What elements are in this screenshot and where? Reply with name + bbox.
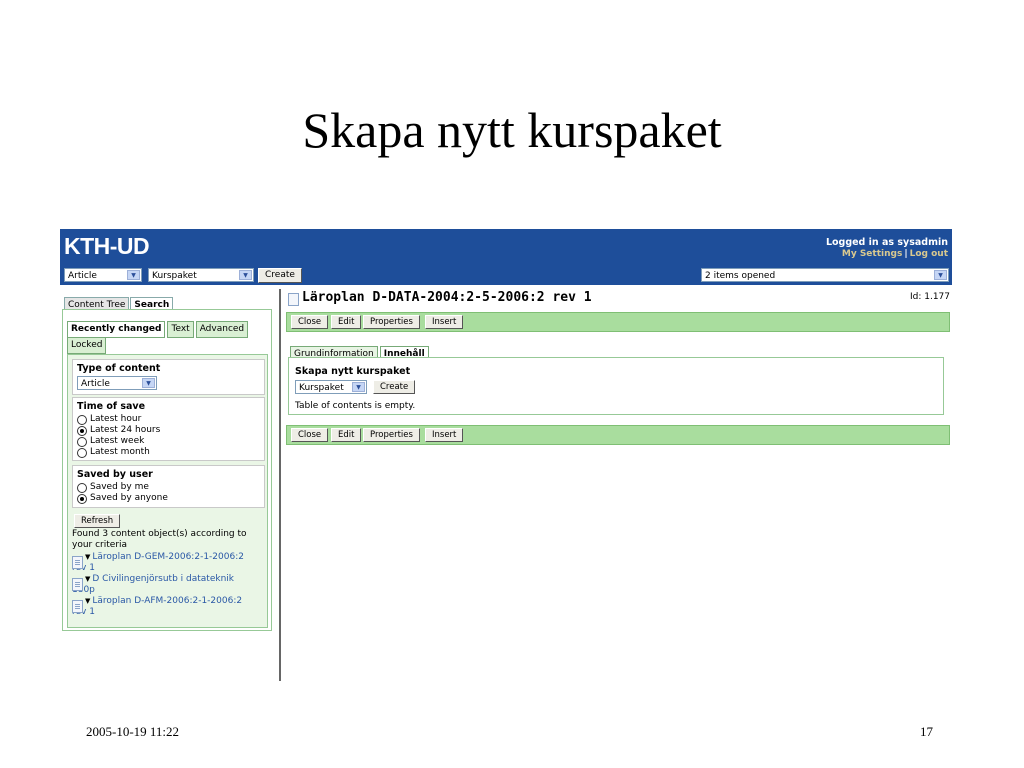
logout-link[interactable]: Log out: [910, 249, 948, 259]
document-icon: [72, 556, 83, 569]
page-number: 17: [920, 724, 933, 739]
insert-button[interactable]: Insert: [425, 315, 464, 329]
document-icon: [72, 578, 83, 591]
radio-label: Latest hour: [90, 414, 142, 424]
template-value: Kurspaket: [152, 271, 197, 281]
toc-empty-message: Table of contents is empty.: [295, 401, 416, 411]
refresh-button[interactable]: Refresh: [74, 514, 121, 528]
radio-selected-icon: [77, 494, 87, 504]
section-heading: Skapa nytt kurspaket: [295, 366, 411, 377]
result-item[interactable]: ▼ Läroplan D-GEM-2006:2-1-2006:2 rev 1: [72, 552, 262, 574]
result-title: D Civilingenjörsutb i datateknik: [92, 574, 234, 584]
edit-button[interactable]: Edit: [331, 315, 362, 329]
content-type-select[interactable]: Article ▼: [64, 268, 142, 282]
chevron-down-icon: ▼: [239, 270, 252, 280]
document-title: Läroplan D-DATA-2004:2-5-2006:2 rev 1: [302, 290, 592, 305]
content-box: Skapa nytt kurspaket Kurspaket ▼ Create …: [288, 357, 944, 415]
radio-label: Latest week: [90, 436, 145, 446]
document-icon: [72, 600, 83, 613]
login-info: Logged in as sysadmin: [825, 237, 948, 248]
subtab-recently-changed[interactable]: Recently changed: [67, 321, 166, 338]
result-title-cont: rev 1: [72, 563, 95, 573]
results-summary: Found 3 content object(s) according to y…: [72, 529, 247, 550]
document-panel: Läroplan D-DATA-2004:2-5-2006:2 rev 1 Id…: [286, 290, 950, 492]
app-header: KTH-UD Logged in as sysadmin My Settings…: [60, 229, 952, 285]
user-links: My Settings | Log out: [842, 249, 948, 259]
search-subtabs: Recently changed Text Advanced: [67, 316, 250, 338]
close-button[interactable]: Close: [291, 315, 329, 329]
create-package-button[interactable]: Create: [373, 380, 416, 394]
result-item[interactable]: ▼ D Civilingenjörsutb i datateknik 180p: [72, 574, 262, 596]
radio-icon: [77, 483, 87, 493]
saved-by-user-title: Saved by user: [77, 469, 153, 480]
radio-selected-icon: [77, 426, 87, 436]
type-of-content-value: Article: [81, 379, 110, 389]
document-icon: [288, 293, 299, 306]
items-opened-value: 2 items opened: [705, 271, 776, 281]
radio-label: Saved by me: [90, 482, 149, 492]
subtab-locked[interactable]: Locked: [67, 337, 107, 354]
radio-icon: [77, 437, 87, 447]
logo: KTH-UD: [64, 233, 150, 259]
radio-latest-hour[interactable]: Latest hour: [77, 414, 260, 425]
radio-label: Latest 24 hours: [90, 425, 161, 435]
type-of-content-title: Type of content: [77, 363, 161, 374]
radio-label: Saved by anyone: [90, 493, 168, 503]
result-item[interactable]: ▼ Läroplan D-AFM-2006:2-1-2006:2 rev 1: [72, 596, 262, 618]
properties-button[interactable]: Properties: [363, 315, 420, 329]
radio-label: Latest month: [90, 447, 150, 457]
radio-icon: [77, 415, 87, 425]
time-of-save-group: Time of save Latest hour Latest 24 hours…: [72, 397, 265, 461]
footer-date: 2005-10-19 11:22: [86, 724, 180, 739]
link-separator: |: [904, 249, 908, 259]
template-select[interactable]: Kurspaket ▼: [148, 268, 254, 282]
content-type-value: Article: [68, 271, 97, 281]
radio-saved-by-anyone[interactable]: Saved by anyone: [77, 493, 260, 504]
items-opened-select[interactable]: 2 items opened ▼: [701, 268, 949, 282]
my-settings-link[interactable]: My Settings: [842, 249, 902, 259]
subtab-text[interactable]: Text: [167, 321, 194, 338]
create-button[interactable]: Create: [258, 268, 302, 283]
result-title-cont: 180p: [72, 585, 95, 595]
bottom-toolbar: Close Edit Properties Insert: [286, 425, 950, 445]
package-value: Kurspaket: [299, 383, 344, 393]
document-id: Id: 1.177: [909, 292, 950, 302]
subtab-advanced[interactable]: Advanced: [195, 321, 249, 338]
slide-title: Skapa nytt kurspaket: [302, 102, 722, 158]
radio-latest-month[interactable]: Latest month: [77, 447, 260, 458]
properties-button[interactable]: Properties: [363, 428, 420, 442]
insert-button[interactable]: Insert: [425, 428, 464, 442]
search-criteria-box: Type of content Article ▼ Time of save L…: [67, 354, 268, 628]
cms-window: KTH-UD Logged in as sysadmin My Settings…: [60, 229, 952, 681]
close-button[interactable]: Close: [291, 428, 329, 442]
result-title-cont: rev 1: [72, 607, 95, 617]
radio-icon: [77, 448, 87, 458]
saved-by-user-group: Saved by user Saved by me Saved by anyon…: [72, 465, 265, 508]
type-of-content-select[interactable]: Article ▼: [77, 376, 157, 390]
top-toolbar: Close Edit Properties Insert: [286, 312, 950, 332]
result-title: Läroplan D-GEM-2006:2-1-2006:2: [92, 552, 244, 562]
time-of-save-title: Time of save: [77, 401, 146, 412]
left-panel: Content Tree Search Recently changed Text A…: [62, 292, 278, 636]
chevron-down-icon: ▼: [934, 270, 947, 280]
chevron-down-icon: ▼: [127, 270, 140, 280]
radio-latest-week[interactable]: Latest week: [77, 436, 260, 447]
caret-down-icon: ▼: [85, 597, 91, 605]
radio-saved-by-me[interactable]: Saved by me: [77, 482, 260, 493]
search-panel: Recently changed Text Advanced Locked Type…: [62, 309, 272, 631]
radio-latest-24-hours[interactable]: Latest 24 hours: [77, 425, 260, 436]
panel-divider[interactable]: [279, 289, 281, 681]
chevron-down-icon: ▼: [352, 382, 365, 392]
chevron-down-icon: ▼: [142, 378, 155, 388]
type-of-content-group: Type of content Article ▼: [72, 359, 265, 395]
edit-button[interactable]: Edit: [331, 428, 362, 442]
package-select[interactable]: Kurspaket ▼: [295, 380, 367, 394]
result-title: Läroplan D-AFM-2006:2-1-2006:2: [92, 596, 243, 606]
caret-down-icon: ▼: [85, 575, 91, 583]
caret-down-icon: ▼: [85, 553, 91, 561]
